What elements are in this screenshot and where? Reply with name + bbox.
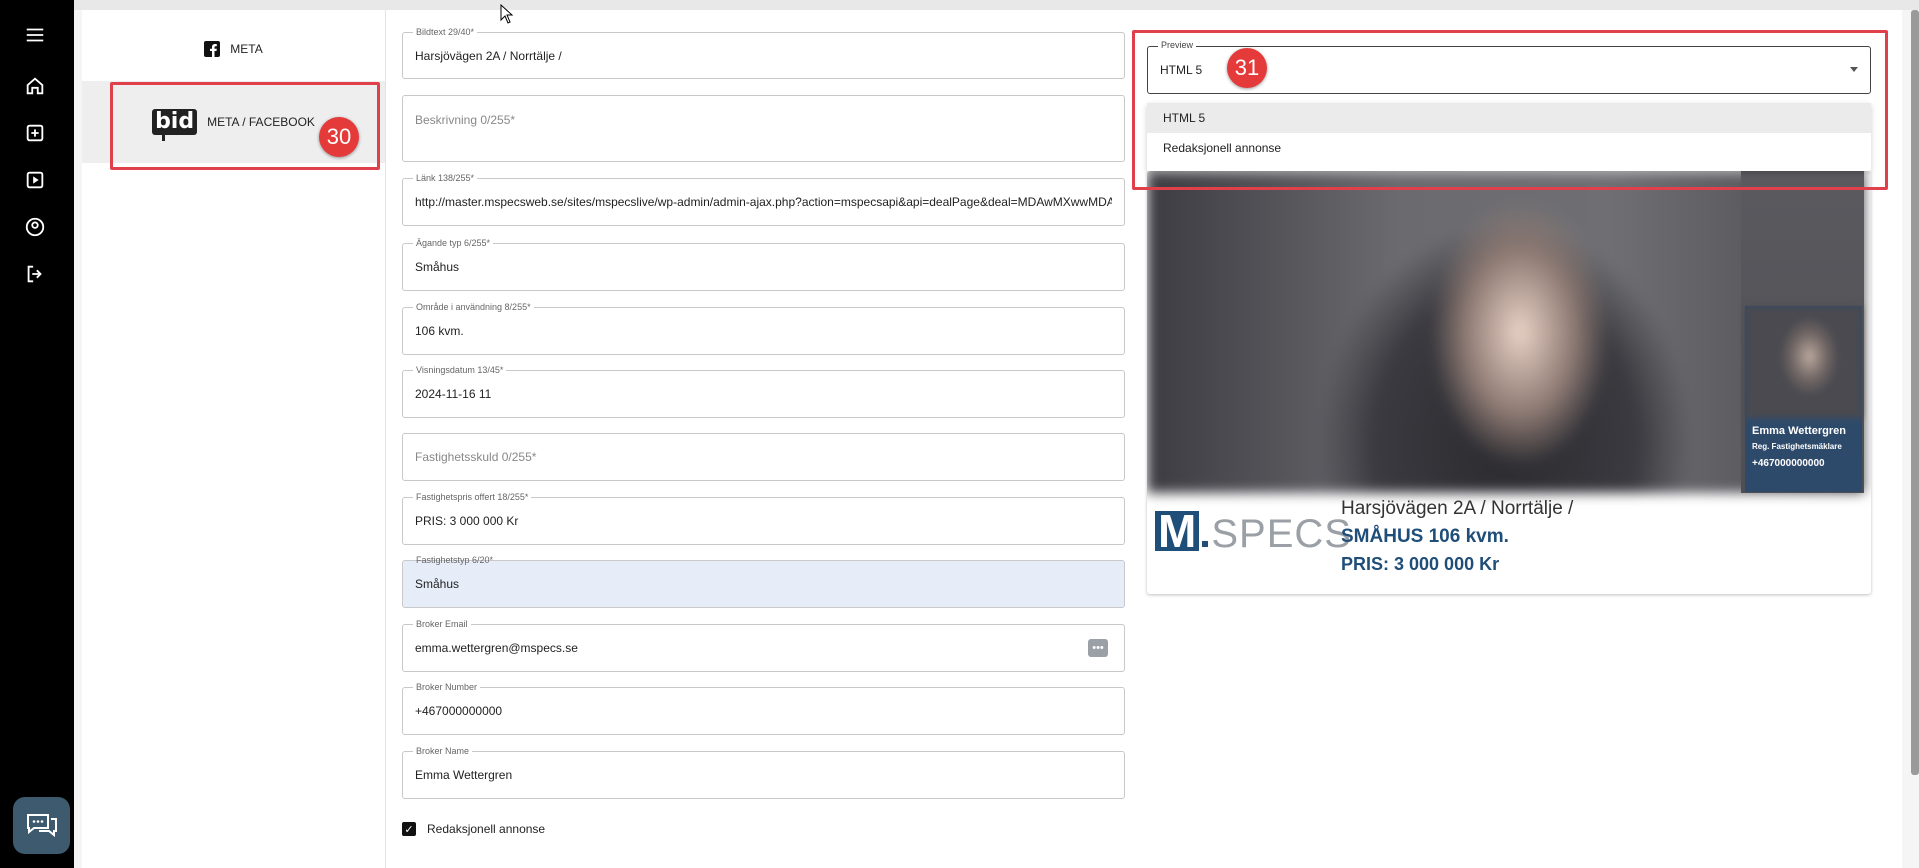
- select-value: HTML 5: [1160, 63, 1203, 77]
- logout-icon[interactable]: [24, 263, 46, 285]
- ad-preview-card: Emma Wettergren Reg. Fastighetsmäklare +…: [1147, 171, 1871, 594]
- video-icon[interactable]: [24, 169, 46, 191]
- more-dots-icon[interactable]: •••: [1088, 639, 1108, 657]
- beskrivning-field[interactable]: Beskrivning 0/255*: [402, 95, 1125, 162]
- checkbox-checked-icon[interactable]: ✓: [402, 822, 416, 836]
- mouse-cursor-icon: [500, 4, 514, 24]
- nav-item-label: META: [230, 42, 263, 56]
- field-value: PRIS: 3 000 000 Kr: [415, 514, 519, 528]
- field-value: Emma Wettergren: [415, 768, 513, 782]
- ad-price: PRIS: 3 000 000 Kr: [1341, 554, 1500, 574]
- field-value: http://master.mspecsweb.se/sites/mspecsl…: [415, 195, 1112, 209]
- ad-subtitle: SMÅHUS 106 kvm.: [1341, 526, 1509, 547]
- menu-item-redaksjonell[interactable]: Redaksjonell annonse: [1147, 133, 1871, 163]
- field-label: Broker Name: [413, 746, 473, 757]
- nav-item-label: META / FACEBOOK: [207, 115, 315, 129]
- agent-card: Emma Wettergren Reg. Fastighetsmäklare +…: [1745, 306, 1862, 492]
- logo-dot: [1202, 541, 1209, 547]
- field-placeholder: Beskrivning 0/255*: [415, 113, 516, 127]
- agande-typ-field[interactable]: Ägande typ 6/255* Småhus: [402, 238, 1125, 291]
- mspecs-logo: M SPECS: [1155, 508, 1352, 556]
- chat-button[interactable]: [13, 797, 70, 854]
- lank-field[interactable]: Länk 138/255* http://master.mspecsweb.se…: [402, 173, 1125, 226]
- field-label: Visningsdatum 13/45*: [413, 365, 507, 376]
- field-value: 2024-11-16 11: [415, 387, 492, 401]
- facebook-icon: [204, 41, 221, 57]
- field-label: Broker Number: [413, 682, 481, 693]
- top-strip: [74, 0, 1919, 10]
- field-value: Harsjövägen 2A / Norrtälje /: [415, 48, 562, 63]
- fastighetsskuld-field[interactable]: Fastighetsskuld 0/255*: [402, 433, 1125, 481]
- agent-phone: +467000000000: [1752, 458, 1825, 469]
- logo-specs: SPECS: [1211, 512, 1352, 556]
- logo-m: M: [1155, 508, 1200, 554]
- field-label: Ägande typ 6/255*: [413, 238, 494, 249]
- checkbox-label: Redaksjonell annonse: [427, 822, 546, 836]
- select-label: Preview: [1158, 40, 1197, 50]
- side-rail: [0, 0, 74, 868]
- bildtext-field[interactable]: Bildtext 29/40* Harsjövägen 2A / Norrtäl…: [402, 27, 1125, 79]
- field-label: Länk 138/255*: [413, 173, 478, 184]
- caret-down-icon: [1850, 67, 1858, 72]
- visningsdatum-field[interactable]: Visningsdatum 13/45* 2024-11-16 11: [402, 365, 1125, 418]
- add-box-icon[interactable]: [24, 122, 46, 144]
- vertical-divider: [385, 10, 386, 868]
- fastighetstyp-field[interactable]: Fastighetstyp 6/20* Småhus: [402, 555, 1125, 608]
- field-value: +467000000000: [415, 704, 503, 718]
- field-label: Område i användning 8/255*: [413, 302, 534, 313]
- annotation-badge-30: 30: [319, 117, 359, 157]
- field-value: emma.wettergren@mspecs.se: [415, 641, 578, 655]
- nav-item-meta[interactable]: META: [82, 26, 385, 72]
- home-icon[interactable]: [24, 75, 46, 97]
- fastighetspris-field[interactable]: Fastighetspris offert 18/255* PRIS: 3 00…: [402, 492, 1125, 545]
- omrade-field[interactable]: Område i användning 8/255* 106 kvm.: [402, 302, 1125, 355]
- field-label: Fastighetstyp 6/20*: [416, 555, 494, 565]
- ad-title: Harsjövägen 2A / Norrtälje /: [1341, 498, 1574, 519]
- account-icon[interactable]: [24, 216, 46, 238]
- field-placeholder: Fastighetsskuld 0/255*: [415, 450, 537, 464]
- broker-email-field[interactable]: Broker Email emma.wettergren@mspecs.se •…: [402, 619, 1125, 672]
- scrollbar[interactable]: [1911, 10, 1919, 775]
- menu-icon[interactable]: [24, 24, 46, 46]
- field-label: Fastighetspris offert 18/255*: [413, 492, 532, 503]
- field-value: Småhus: [415, 577, 460, 591]
- annotation-badge-31: 31: [1227, 48, 1267, 88]
- menu-item-html5[interactable]: HTML 5: [1147, 103, 1871, 133]
- bid-logo: bid: [152, 109, 198, 141]
- field-label: Bildtext 29/40*: [413, 27, 478, 38]
- redaksjonell-checkbox-row[interactable]: ✓ Redaksjonell annonse: [402, 822, 545, 836]
- field-label: Broker Email: [413, 619, 471, 630]
- agent-photo: [1745, 306, 1862, 418]
- agent-role: Reg. Fastighetsmäklare: [1752, 442, 1842, 451]
- chat-icon: [26, 813, 57, 837]
- preview-dropdown-menu: HTML 5 Redaksjonell annonse: [1147, 103, 1871, 171]
- broker-name-field[interactable]: Broker Name Emma Wettergren: [402, 746, 1125, 799]
- field-value: 106 kvm.: [415, 324, 464, 338]
- agent-name: Emma Wettergren: [1752, 425, 1846, 437]
- broker-number-field[interactable]: Broker Number +467000000000: [402, 682, 1125, 735]
- field-value: Småhus: [415, 260, 460, 274]
